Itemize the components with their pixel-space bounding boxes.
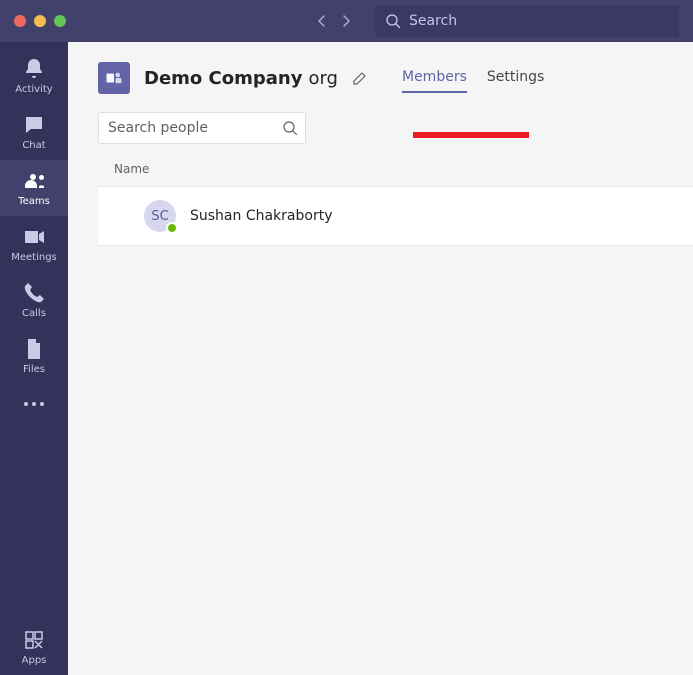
titlebar [0, 0, 693, 42]
rail-item-apps[interactable]: Apps [0, 619, 68, 675]
bell-icon [22, 57, 46, 81]
video-icon [22, 225, 46, 249]
rail-label: Teams [18, 197, 50, 207]
minimize-icon[interactable] [34, 15, 46, 27]
rail-item-activity[interactable]: Activity [0, 48, 68, 104]
maximize-icon[interactable] [54, 15, 66, 27]
people-search[interactable] [98, 112, 306, 144]
history-nav [315, 14, 367, 28]
rail-more-button[interactable] [0, 384, 68, 424]
window-controls [14, 15, 66, 27]
chat-icon [22, 113, 46, 137]
team-name: Demo Company org [144, 68, 338, 89]
avatar: SC [144, 200, 176, 232]
team-name-light: org [308, 68, 338, 89]
global-search-input[interactable] [409, 13, 669, 29]
annotation-underline [413, 132, 529, 138]
rail-item-calls[interactable]: Calls [0, 272, 68, 328]
column-header-name: Name [68, 162, 693, 186]
apps-icon [22, 628, 46, 652]
rail-label: Meetings [11, 253, 57, 263]
rail-label: Calls [22, 309, 46, 319]
file-icon [22, 337, 46, 361]
people-search-input[interactable] [108, 120, 282, 136]
close-icon[interactable] [14, 15, 26, 27]
edit-team-button[interactable] [352, 70, 368, 86]
back-button[interactable] [315, 14, 329, 28]
phone-icon [22, 281, 46, 305]
rail-item-chat[interactable]: Chat [0, 104, 68, 160]
rail-item-teams[interactable]: Teams [0, 160, 68, 216]
rail-item-meetings[interactable]: Meetings [0, 216, 68, 272]
rail-label: Activity [15, 85, 52, 95]
rail-item-files[interactable]: Files [0, 328, 68, 384]
pencil-icon [352, 70, 368, 86]
team-avatar [98, 62, 130, 94]
content-pane: Demo Company org Members Settings Name S… [68, 42, 693, 675]
team-name-bold: Demo Company [144, 68, 302, 89]
presence-available-icon [166, 222, 178, 234]
teams-glyph-icon [105, 69, 123, 87]
forward-button[interactable] [339, 14, 353, 28]
app-rail: Activity Chat Teams Meetings Calls Files [0, 42, 68, 675]
tab-settings[interactable]: Settings [487, 65, 544, 91]
teams-icon [22, 169, 46, 193]
search-icon [385, 13, 401, 29]
tab-members[interactable]: Members [402, 65, 467, 91]
member-row[interactable]: SC Sushan Chakraborty [98, 186, 693, 246]
global-search[interactable] [375, 5, 679, 37]
rail-label: Chat [22, 141, 45, 151]
member-name: Sushan Chakraborty [190, 208, 332, 224]
more-icon [23, 401, 45, 407]
search-icon [282, 120, 298, 136]
team-tabs: Members Settings [402, 65, 544, 91]
rail-label: Apps [22, 656, 47, 666]
team-header: Demo Company org Members Settings [68, 42, 693, 104]
rail-label: Files [23, 365, 45, 375]
